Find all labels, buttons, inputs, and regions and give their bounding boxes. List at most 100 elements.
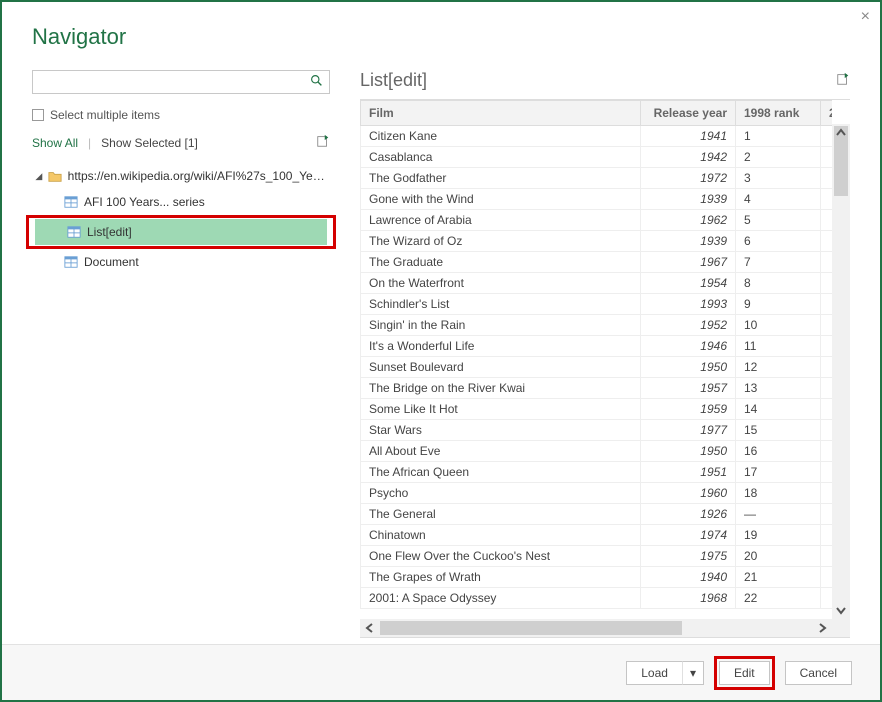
scroll-corner bbox=[832, 619, 850, 637]
cell-rank07 bbox=[821, 231, 833, 252]
table-row[interactable]: The Bridge on the River Kwai195713 bbox=[361, 378, 833, 399]
cell-year: 1962 bbox=[641, 210, 736, 231]
cell-rank07 bbox=[821, 567, 833, 588]
edit-button[interactable]: Edit bbox=[719, 661, 770, 685]
cell-year: 1993 bbox=[641, 294, 736, 315]
load-split-button[interactable]: Load ▾ bbox=[626, 661, 704, 685]
table-row[interactable]: Citizen Kane19411 bbox=[361, 126, 833, 147]
cell-film: Sunset Boulevard bbox=[361, 357, 641, 378]
tree-item-document[interactable]: Document bbox=[32, 249, 330, 275]
horizontal-scrollbar[interactable] bbox=[360, 619, 832, 637]
table-row[interactable]: The Wizard of Oz19396 bbox=[361, 231, 833, 252]
show-all-link[interactable]: Show All bbox=[32, 136, 78, 150]
nav-tree: ◢ https://en.wikipedia.org/wiki/AFI%27s_… bbox=[32, 163, 330, 275]
cell-film: Casablanca bbox=[361, 147, 641, 168]
table-row[interactable]: One Flew Over the Cuckoo's Nest197520 bbox=[361, 546, 833, 567]
table-row[interactable]: Some Like It Hot195914 bbox=[361, 399, 833, 420]
table-row[interactable]: The General1926— bbox=[361, 504, 833, 525]
table-row[interactable]: Lawrence of Arabia19625 bbox=[361, 210, 833, 231]
table-row[interactable]: Chinatown197419 bbox=[361, 525, 833, 546]
search-input-wrap[interactable] bbox=[32, 70, 330, 94]
table-row[interactable]: 2001: A Space Odyssey196822 bbox=[361, 588, 833, 609]
cell-rank07 bbox=[821, 441, 833, 462]
search-input[interactable] bbox=[39, 75, 310, 89]
cell-year: 1939 bbox=[641, 189, 736, 210]
scroll-up-icon[interactable] bbox=[832, 124, 850, 142]
col-header-year[interactable]: Release year bbox=[641, 101, 736, 126]
refresh-icon[interactable] bbox=[316, 134, 330, 151]
select-multiple-checkbox[interactable] bbox=[32, 109, 44, 121]
tree-item-afi-series[interactable]: AFI 100 Years... series bbox=[32, 189, 330, 215]
table-row[interactable]: Singin' in the Rain195210 bbox=[361, 315, 833, 336]
table-row[interactable]: Star Wars197715 bbox=[361, 420, 833, 441]
table-row[interactable]: Psycho196018 bbox=[361, 483, 833, 504]
col-header-rank98[interactable]: 1998 rank bbox=[736, 101, 821, 126]
cell-year: 1977 bbox=[641, 420, 736, 441]
table-row[interactable]: All About Eve195016 bbox=[361, 441, 833, 462]
scroll-right-icon[interactable] bbox=[812, 619, 832, 637]
table-icon bbox=[67, 225, 87, 240]
cell-year: 1959 bbox=[641, 399, 736, 420]
data-table: Film Release year 1998 rank 200 Citizen … bbox=[360, 100, 832, 609]
cell-rank07 bbox=[821, 462, 833, 483]
col-header-film[interactable]: Film bbox=[361, 101, 641, 126]
cell-film: The Wizard of Oz bbox=[361, 231, 641, 252]
cell-rank98: 6 bbox=[736, 231, 821, 252]
cell-rank07 bbox=[821, 315, 833, 336]
table-icon bbox=[64, 195, 84, 210]
table-row[interactable]: It's a Wonderful Life194611 bbox=[361, 336, 833, 357]
tree-item-highlight: List[edit] bbox=[26, 215, 336, 249]
expander-icon[interactable]: ◢ bbox=[34, 171, 44, 182]
select-multiple-row[interactable]: Select multiple items bbox=[32, 108, 330, 122]
cell-rank98: 5 bbox=[736, 210, 821, 231]
col-header-rank07[interactable]: 200 bbox=[821, 101, 833, 126]
cell-rank98: 10 bbox=[736, 315, 821, 336]
cell-rank07 bbox=[821, 378, 833, 399]
cell-year: 1952 bbox=[641, 315, 736, 336]
cell-year: 1939 bbox=[641, 231, 736, 252]
cell-year: 1954 bbox=[641, 273, 736, 294]
cell-rank07 bbox=[821, 189, 833, 210]
cell-rank07 bbox=[821, 420, 833, 441]
cell-rank07 bbox=[821, 273, 833, 294]
table-row[interactable]: Gone with the Wind19394 bbox=[361, 189, 833, 210]
table-row[interactable]: The African Queen195117 bbox=[361, 462, 833, 483]
cell-rank98: 7 bbox=[736, 252, 821, 273]
table-row[interactable]: Schindler's List19939 bbox=[361, 294, 833, 315]
show-selected-link[interactable]: Show Selected [1] bbox=[101, 136, 198, 150]
table-row[interactable]: The Godfather19723 bbox=[361, 168, 833, 189]
scroll-left-icon[interactable] bbox=[360, 619, 380, 637]
cell-rank07 bbox=[821, 546, 833, 567]
cell-year: 1951 bbox=[641, 462, 736, 483]
hscroll-thumb[interactable] bbox=[380, 621, 682, 635]
cell-rank98: 14 bbox=[736, 399, 821, 420]
tree-root[interactable]: ◢ https://en.wikipedia.org/wiki/AFI%27s_… bbox=[32, 163, 330, 189]
table-row[interactable]: The Grapes of Wrath194021 bbox=[361, 567, 833, 588]
cancel-button[interactable]: Cancel bbox=[785, 661, 852, 685]
load-dropdown-caret[interactable]: ▾ bbox=[682, 661, 704, 685]
cell-film: Star Wars bbox=[361, 420, 641, 441]
cell-rank07 bbox=[821, 483, 833, 504]
table-row[interactable]: The Graduate19677 bbox=[361, 252, 833, 273]
cell-rank98: 8 bbox=[736, 273, 821, 294]
vertical-scrollbar[interactable] bbox=[832, 124, 850, 619]
cell-year: 1972 bbox=[641, 168, 736, 189]
cell-film: Singin' in the Rain bbox=[361, 315, 641, 336]
load-button[interactable]: Load bbox=[626, 661, 682, 685]
table-row[interactable]: On the Waterfront19548 bbox=[361, 273, 833, 294]
preview-refresh-icon[interactable] bbox=[836, 72, 850, 89]
cell-rank07 bbox=[821, 525, 833, 546]
table-row[interactable]: Casablanca19422 bbox=[361, 147, 833, 168]
search-icon[interactable] bbox=[310, 74, 323, 90]
table-row[interactable]: Sunset Boulevard195012 bbox=[361, 357, 833, 378]
cell-film: Citizen Kane bbox=[361, 126, 641, 147]
close-icon[interactable]: × bbox=[861, 8, 870, 26]
tree-item-list-edit[interactable]: List[edit] bbox=[35, 219, 327, 245]
cell-film: On the Waterfront bbox=[361, 273, 641, 294]
cell-film: The African Queen bbox=[361, 462, 641, 483]
cell-rank98: 11 bbox=[736, 336, 821, 357]
cell-film: Gone with the Wind bbox=[361, 189, 641, 210]
cell-rank07 bbox=[821, 168, 833, 189]
scroll-down-icon[interactable] bbox=[832, 601, 850, 619]
cell-film: One Flew Over the Cuckoo's Nest bbox=[361, 546, 641, 567]
